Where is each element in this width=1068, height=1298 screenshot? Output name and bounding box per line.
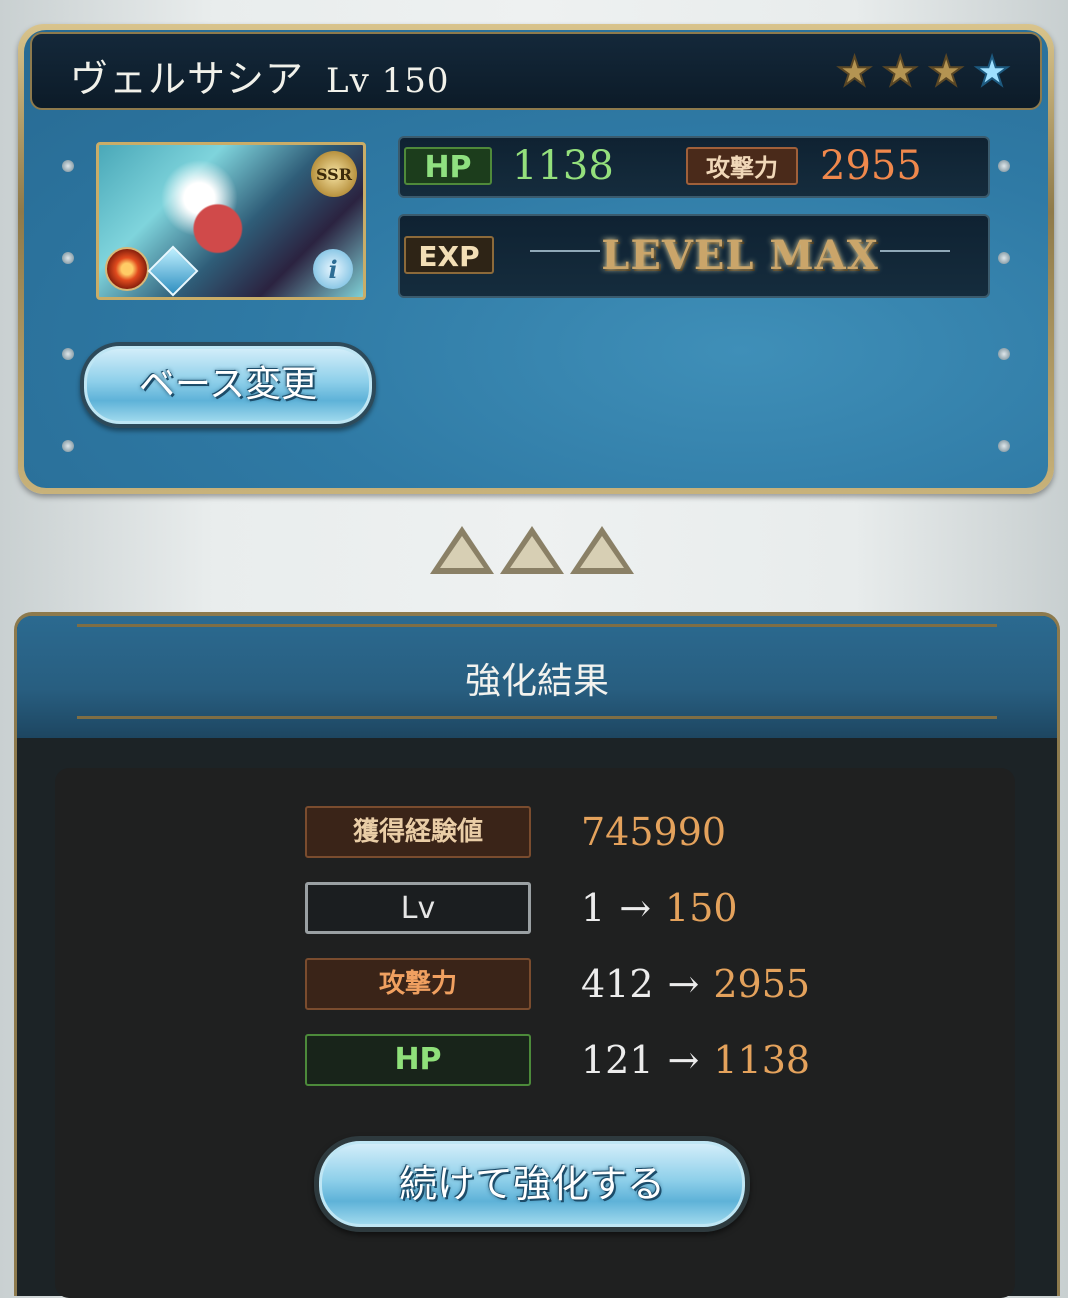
level-change: 1 → 150 bbox=[581, 882, 738, 934]
rivet bbox=[998, 440, 1010, 452]
hp-value: 1138 bbox=[512, 143, 614, 189]
result-title: 強化結果 bbox=[464, 661, 609, 702]
level-max-text: LEVEL MAX bbox=[530, 228, 950, 284]
exp-gained-amount: 745990 bbox=[581, 810, 727, 854]
up-arrow-icon bbox=[430, 526, 494, 574]
hp-result-label: HP bbox=[305, 1034, 531, 1086]
character-portrait[interactable]: SSR i bbox=[96, 142, 366, 300]
rarity-badge: SSR bbox=[311, 151, 357, 197]
star-icon: ★ bbox=[973, 49, 1011, 95]
fire-element-icon bbox=[105, 247, 149, 291]
star-icon: ★ bbox=[836, 49, 874, 95]
level-from: 1 bbox=[581, 886, 606, 930]
atk-to: 2955 bbox=[713, 962, 811, 1006]
star-icon: ★ bbox=[927, 49, 965, 95]
character-title: ヴェルサシア Lv 150 bbox=[70, 48, 450, 103]
up-arrows bbox=[430, 526, 634, 574]
rivet bbox=[62, 348, 74, 360]
atk-value: 2955 bbox=[820, 143, 922, 189]
atk-change: 412 → 2955 bbox=[581, 958, 810, 1010]
rivet bbox=[998, 160, 1010, 172]
change-base-button[interactable]: ベース変更 bbox=[80, 342, 376, 428]
star-icon: ★ bbox=[881, 49, 919, 95]
info-icon[interactable]: i bbox=[313, 249, 353, 289]
exp-label: EXP bbox=[404, 236, 494, 274]
star-rating: ★ ★ ★ ★ bbox=[836, 49, 1011, 95]
exp-gained-label: 獲得経験値 bbox=[305, 806, 531, 858]
hp-from: 121 bbox=[581, 1038, 654, 1082]
up-arrow-icon bbox=[500, 526, 564, 574]
title-bar: ヴェルサシア Lv 150 ★ ★ ★ ★ bbox=[30, 32, 1042, 110]
hp-change: 121 → 1138 bbox=[581, 1034, 810, 1086]
arrow-right-icon: → bbox=[619, 886, 652, 930]
exp-gained-value: 745990 bbox=[581, 806, 726, 858]
character-level: Lv 150 bbox=[326, 61, 450, 101]
rivet bbox=[62, 160, 74, 172]
up-arrow-icon bbox=[570, 526, 634, 574]
character-card: ヴェルサシア Lv 150 ★ ★ ★ ★ SSR i HP 1138 攻撃力 2… bbox=[18, 24, 1054, 494]
hp-label: HP bbox=[404, 147, 492, 185]
divider bbox=[77, 716, 997, 719]
type-icon bbox=[147, 245, 199, 297]
level-label: Lv bbox=[305, 882, 531, 934]
continue-enhance-button[interactable]: 続けて強化する bbox=[314, 1136, 750, 1232]
atk-from: 412 bbox=[581, 962, 654, 1006]
character-name: ヴェルサシア bbox=[70, 57, 305, 101]
atk-result-label: 攻撃力 bbox=[305, 958, 531, 1010]
arrow-right-icon: → bbox=[667, 962, 700, 1006]
rivet bbox=[998, 348, 1010, 360]
level-to: 150 bbox=[665, 886, 738, 930]
divider bbox=[77, 624, 997, 627]
hp-atk-row: HP 1138 攻撃力 2955 bbox=[398, 136, 990, 198]
hp-to: 1138 bbox=[713, 1038, 811, 1082]
rivet bbox=[62, 440, 74, 452]
rivet bbox=[62, 252, 74, 264]
rivet bbox=[998, 252, 1010, 264]
arrow-right-icon: → bbox=[667, 1038, 700, 1082]
result-header: 強化結果 bbox=[17, 616, 1057, 738]
atk-label: 攻撃力 bbox=[686, 147, 798, 185]
exp-row: EXP LEVEL MAX bbox=[398, 214, 990, 298]
